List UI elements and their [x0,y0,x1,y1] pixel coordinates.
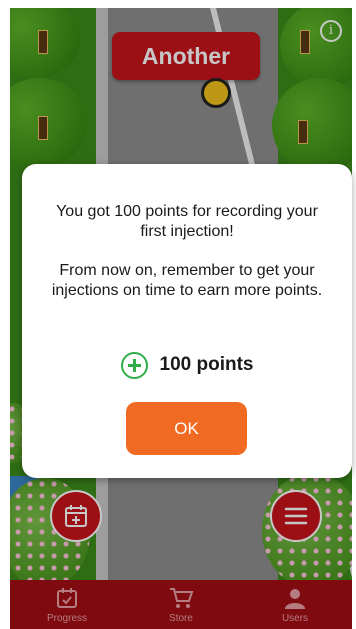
points-dialog: You got 100 points for recording your fi… [22,164,352,478]
points-label: 100 points [159,354,254,375]
ok-button[interactable]: OK [126,402,247,455]
dialog-message-primary: You got 100 points for recording your fi… [56,203,318,240]
plus-circle-icon [120,351,148,379]
points-award-row: 100 points [22,350,352,380]
dialog-message-secondary: From now on, remember to get your inject… [51,262,323,299]
